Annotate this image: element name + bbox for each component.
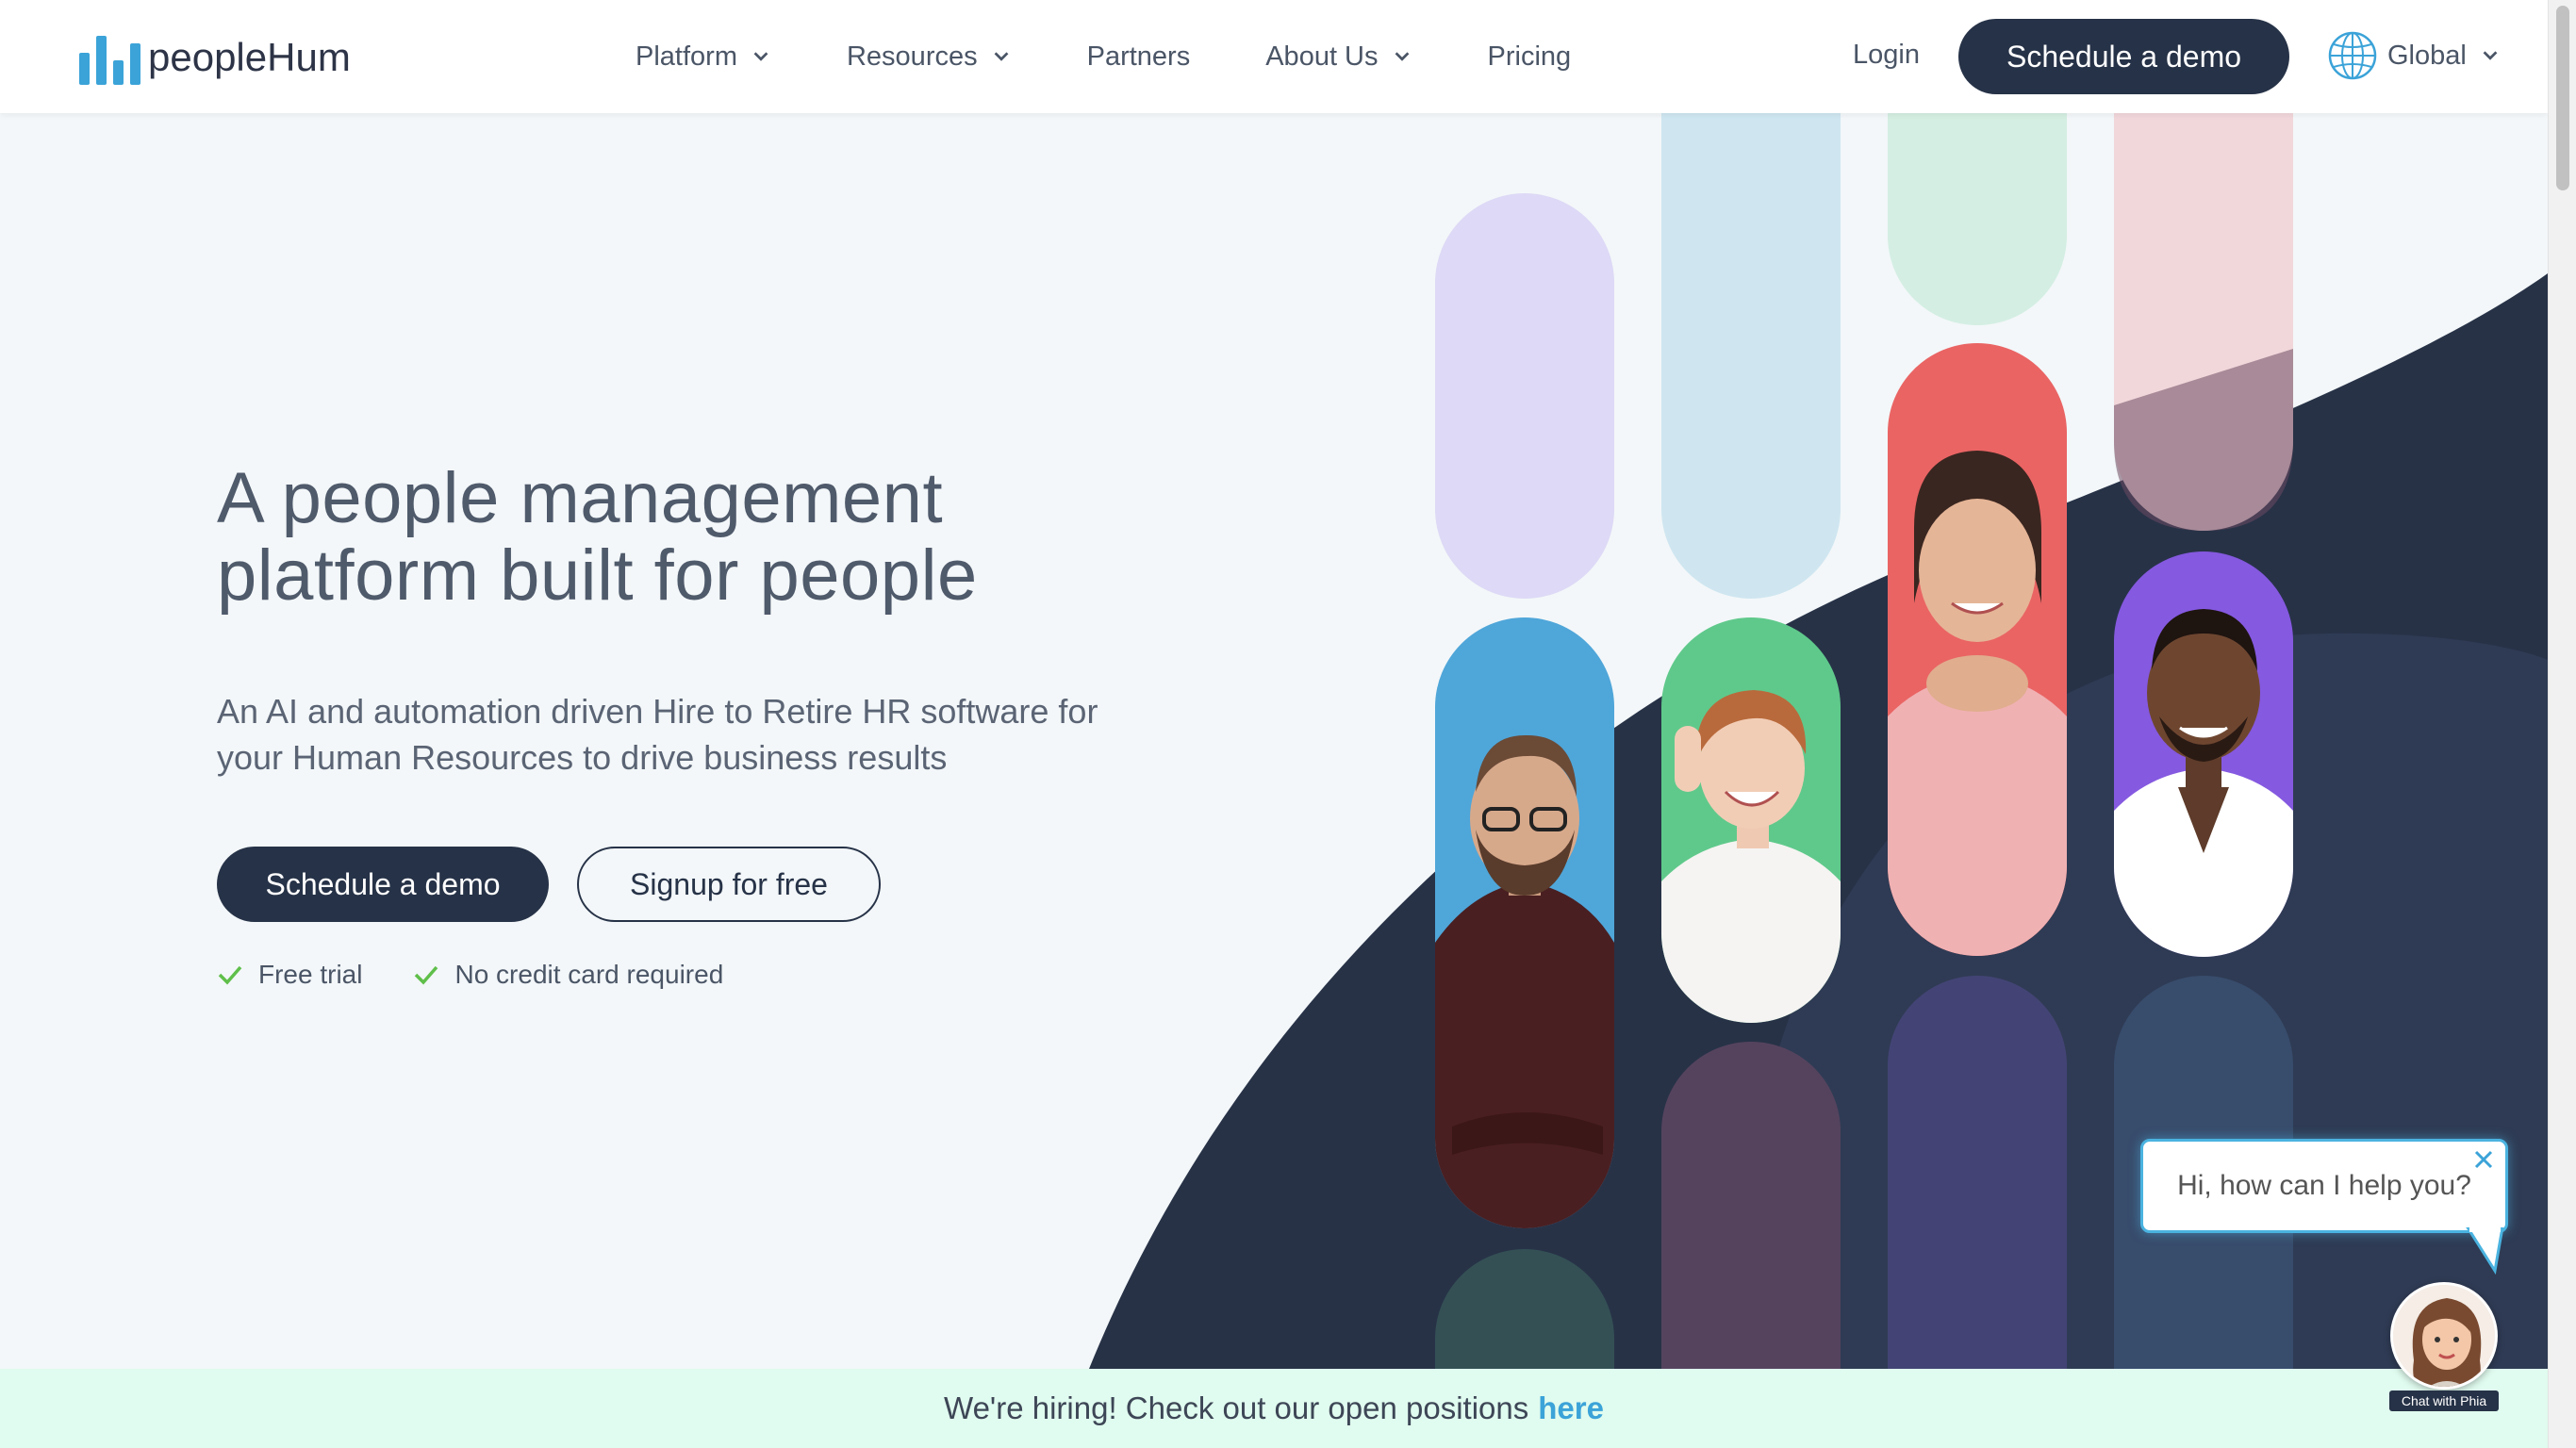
hiring-banner-link[interactable]: here: [1538, 1390, 1604, 1426]
hero-schedule-demo-button[interactable]: Schedule a demo: [217, 847, 549, 922]
signup-free-button[interactable]: Signup for free: [577, 847, 881, 922]
chat-greeting-bubble[interactable]: Hi, how can I help you?: [2140, 1139, 2508, 1233]
nav-item-about-us[interactable]: About Us: [1265, 41, 1412, 73]
pill-pink-shadow: [2114, 349, 2293, 531]
checkmark-icon: [218, 965, 242, 985]
login-link[interactable]: Login: [1853, 40, 1920, 71]
perk-label: Free trial: [258, 960, 363, 989]
perk-label: No credit card required: [454, 960, 724, 989]
hero-title-line-1: A people management: [217, 458, 944, 538]
hiring-banner: We're hiring! Check out our open positio…: [0, 1369, 2548, 1448]
nav-item-resources[interactable]: Resources: [847, 41, 1012, 73]
nav-item-label: Pricing: [1487, 41, 1572, 72]
region-label: Global: [2387, 40, 2467, 71]
nav-item-pricing[interactable]: Pricing: [1488, 41, 1572, 73]
chevron-down-icon: [753, 52, 768, 61]
nav-item-partners[interactable]: Partners: [1087, 41, 1191, 73]
top-navigation-bar: peopleHum Platform Resources Partners Ab…: [0, 0, 2548, 113]
chat-assistant-label: Chat with Phia: [2389, 1390, 2499, 1411]
chevron-down-icon: [1395, 52, 1409, 61]
hero-subtitle-line-1: An AI and automation driven Hire to Reti…: [217, 692, 1098, 731]
chat-greeting-text: Hi, how can I help you?: [2177, 1170, 2471, 1201]
globe-icon: [2328, 31, 2377, 80]
main-nav: Platform Resources Partners About Us Pri…: [636, 0, 1646, 113]
logo-bars-icon: [79, 32, 140, 85]
hero-title-line-2: platform built for people: [217, 535, 978, 616]
perks-list: Free trial No credit card required: [217, 960, 774, 990]
nav-item-label: Resources: [846, 41, 978, 72]
peoplehum-logo[interactable]: peopleHum: [79, 26, 351, 85]
pill-lavender: [1435, 193, 1614, 599]
region-selector[interactable]: Global: [2327, 30, 2501, 81]
logo-wordmark: peopleHum: [148, 35, 351, 79]
close-icon[interactable]: [2469, 1145, 2498, 1174]
scrollbar-thumb[interactable]: [2556, 6, 2569, 190]
chat-assistant-avatar[interactable]: [2390, 1282, 2498, 1390]
checkmark-icon: [415, 965, 438, 985]
page: peopleHum Platform Resources Partners Ab…: [0, 0, 2576, 1448]
nav-item-platform[interactable]: Platform: [636, 41, 771, 73]
hero-subtitle-line-2: your Human Resources to drive business r…: [217, 738, 948, 777]
person-photo-man-glasses: [1435, 617, 1614, 1228]
hero-subtitle: An AI and automation driven Hire to Reti…: [217, 688, 1254, 781]
nav-item-label: Partners: [1086, 41, 1191, 72]
perk-free-trial: Free trial: [217, 960, 362, 990]
chat-bubble-tail: [2466, 1227, 2504, 1275]
chevron-down-icon: [994, 52, 1008, 61]
header-schedule-demo-button[interactable]: Schedule a demo: [1958, 19, 2289, 94]
nav-item-label: About Us: [1265, 41, 1379, 72]
perk-no-credit-card: No credit card required: [413, 960, 723, 990]
chevron-down-icon: [2483, 51, 2498, 60]
person-photo-woman-redhead: [1661, 617, 1841, 1023]
nav-item-label: Platform: [636, 41, 737, 72]
page-scrollbar[interactable]: [2548, 0, 2576, 1448]
hiring-banner-text: We're hiring! Check out our open positio…: [944, 1390, 1529, 1425]
person-photo-man-smiling: [2114, 551, 2293, 957]
hero-title: A people management platform built for p…: [217, 460, 1254, 615]
person-photo-woman-smiling: [1888, 343, 2067, 956]
